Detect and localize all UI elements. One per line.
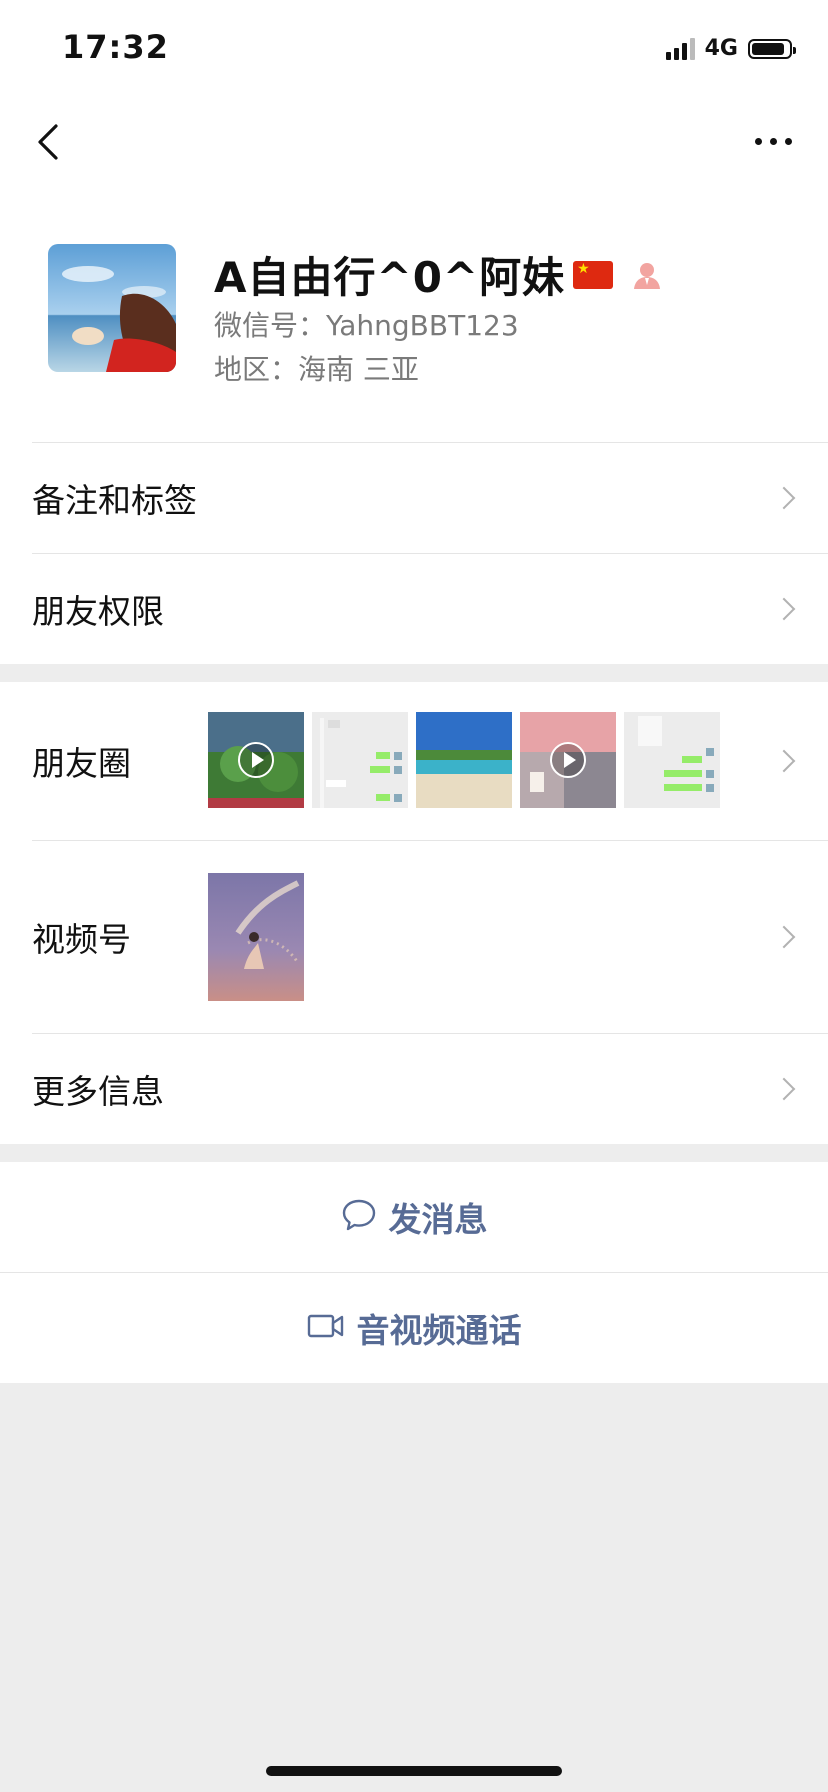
battery-icon <box>748 38 796 59</box>
chevron-right-icon <box>772 597 796 621</box>
status-time: 17:32 <box>62 28 169 66</box>
chat-bubble-icon <box>341 1198 377 1236</box>
avatar[interactable] <box>48 244 176 372</box>
moments-thumb-beach <box>416 712 512 808</box>
av-call-button[interactable]: 音视频通话 <box>0 1272 828 1383</box>
play-icon <box>550 742 586 778</box>
moments-thumb-chat-2 <box>624 712 720 808</box>
more-icon[interactable] <box>755 138 792 145</box>
name-row: A自由行^0^阿妹 <box>214 244 663 305</box>
signal-icon <box>665 37 695 60</box>
moments-thumb-video-road <box>520 712 616 808</box>
chevron-right-icon <box>772 486 796 510</box>
moments-label: 朋友圈 <box>32 744 131 783</box>
chevron-right-icon <box>772 925 796 949</box>
moments-row[interactable]: 朋友圈 <box>32 682 828 840</box>
chevron-right-icon <box>772 749 796 773</box>
nav-bar <box>0 96 828 188</box>
play-icon <box>238 742 274 778</box>
moments-thumbnails <box>208 712 720 808</box>
send-message-label: 发消息 <box>388 1200 488 1239</box>
status-icons: 4G <box>665 36 796 61</box>
send-message-button[interactable]: 发消息 <box>0 1162 828 1272</box>
home-indicator[interactable] <box>266 1766 562 1776</box>
video-camera-icon <box>307 1312 345 1344</box>
network-label: 4G <box>704 36 738 61</box>
more-info-row[interactable]: 更多信息 <box>32 1033 828 1144</box>
wechat-id: 微信号：YahngBBT123 <box>214 309 519 342</box>
remarks-label: 备注和标签 <box>32 481 197 520</box>
section-gap <box>0 1144 828 1162</box>
av-call-label: 音视频通话 <box>356 1311 522 1350</box>
moments-thumb-video-green <box>208 712 304 808</box>
section-gap <box>0 664 828 682</box>
permissions-row[interactable]: 朋友权限 <box>32 553 828 664</box>
moments-thumb-chat-1 <box>312 712 408 808</box>
permissions-label: 朋友权限 <box>32 592 164 631</box>
profile-card: A自由行^0^阿妹 微信号：YahngBBT123 地区：海南 三亚 <box>0 188 828 442</box>
header-area: 17:32 4G A自由行^0^阿妹 ★ 微信号：YahngBBT123 地区：… <box>0 0 828 442</box>
more-info-label: 更多信息 <box>32 1072 164 1111</box>
channels-row[interactable]: 视频号 <box>32 840 828 1033</box>
channels-label: 视频号 <box>32 920 131 959</box>
settings-list: 备注和标签 朋友权限 <box>0 442 828 664</box>
profile-name: A自由行^0^阿妹 <box>214 253 566 302</box>
media-list: 朋友圈 视频号 更多信息 <box>0 682 828 1144</box>
region: 地区：海南 三亚 <box>214 353 419 386</box>
chevron-right-icon <box>772 1077 796 1101</box>
status-bar: 17:32 4G <box>0 0 828 96</box>
back-icon[interactable] <box>30 120 70 164</box>
person-icon <box>631 259 663 291</box>
channels-thumbnail <box>208 873 304 1001</box>
flag-icon <box>573 260 614 289</box>
remarks-row[interactable]: 备注和标签 <box>32 442 828 553</box>
